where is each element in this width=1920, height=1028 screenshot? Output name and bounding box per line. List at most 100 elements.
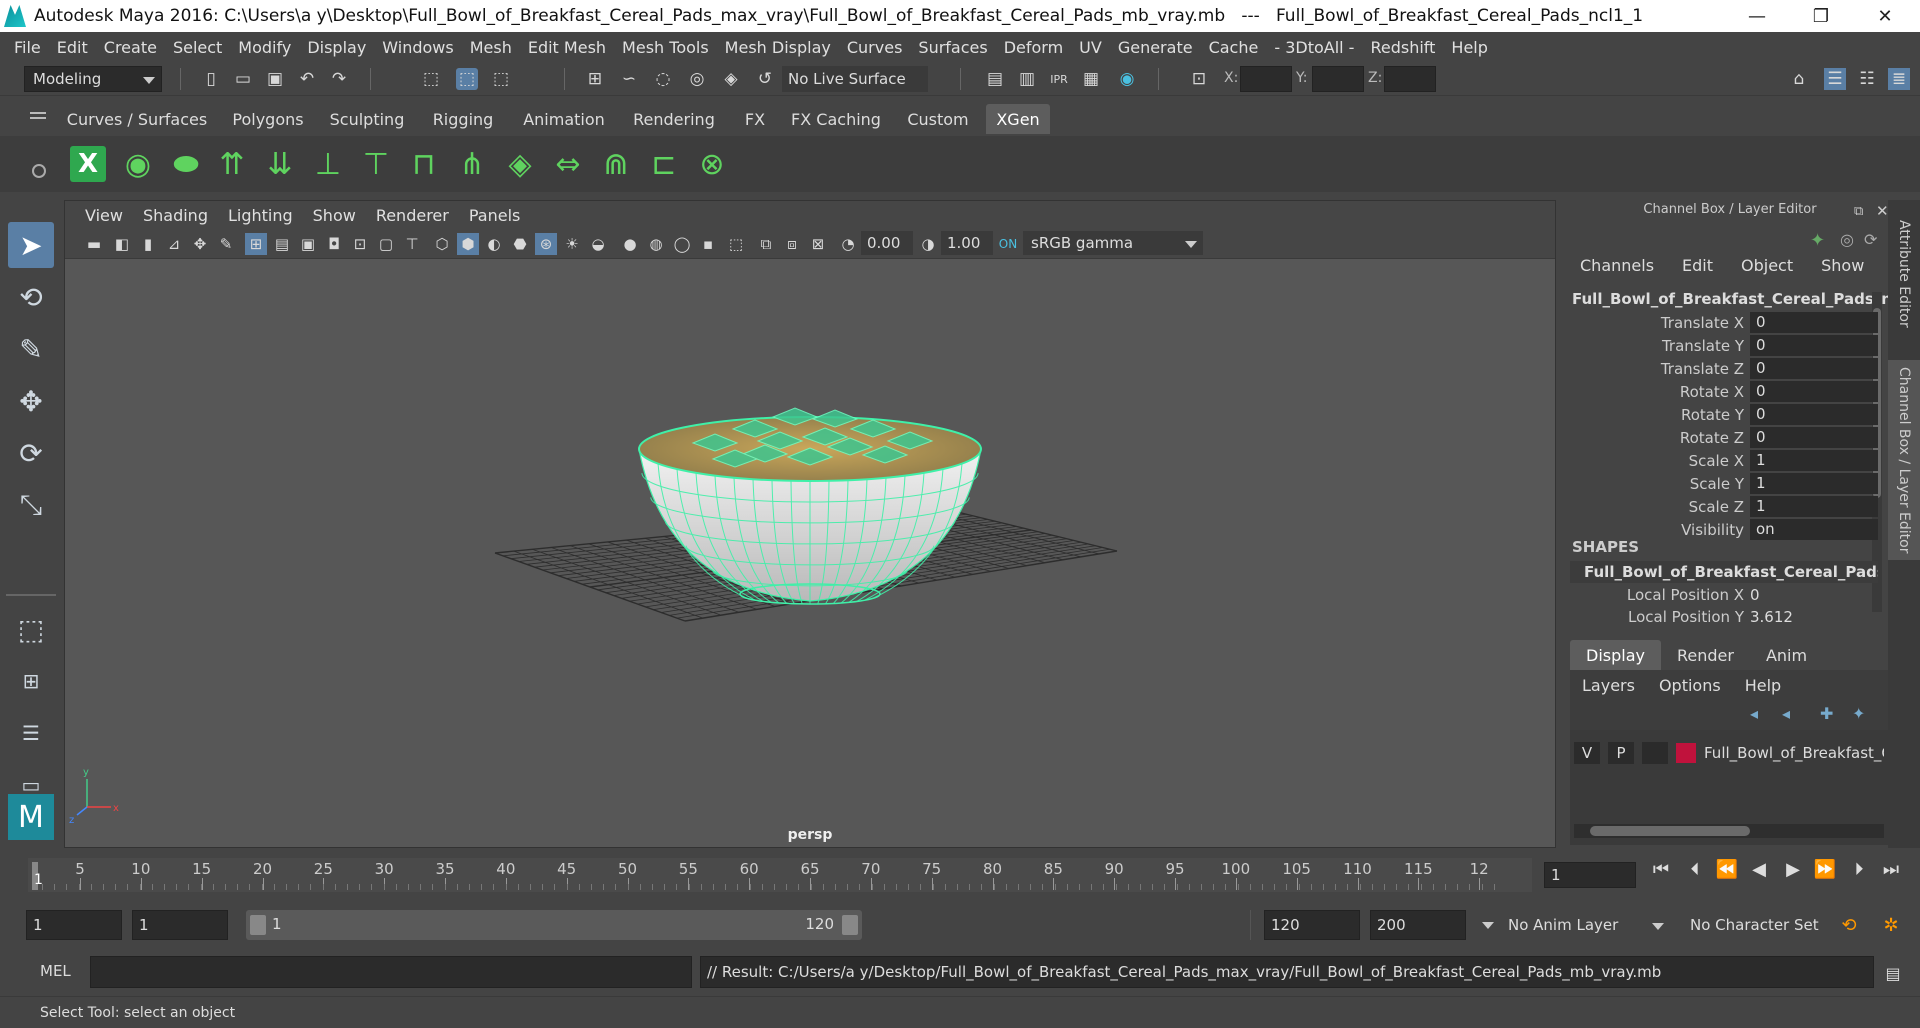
four-view-layout-icon[interactable]: ⊞ bbox=[8, 658, 54, 704]
channel-rotate-y[interactable]: Rotate Y 0 bbox=[1570, 404, 1878, 426]
close-panel-icon[interactable]: ✕ bbox=[1876, 202, 1889, 220]
xgen-add-guide-plus-icon[interactable]: ⊥ bbox=[308, 142, 348, 186]
move-layer-up-icon[interactable]: ◂ bbox=[1750, 704, 1758, 723]
select-tool-icon[interactable]: ➤ bbox=[8, 222, 54, 268]
step-forward-key-icon[interactable]: ⏵ bbox=[1846, 856, 1872, 882]
motion-blur-icon[interactable]: ◍ bbox=[645, 233, 667, 255]
y-input[interactable] bbox=[1312, 66, 1364, 92]
channel-rotate-z[interactable]: Rotate Z 0 bbox=[1570, 427, 1878, 449]
vp-menu-lighting[interactable]: Lighting bbox=[218, 206, 303, 225]
tab-xgen[interactable]: XGen bbox=[986, 104, 1050, 134]
xgen-add-guide-icon[interactable]: ⇈ bbox=[212, 142, 252, 186]
safe-action-icon[interactable]: ▢ bbox=[375, 233, 397, 255]
layer-display-type-toggle[interactable] bbox=[1642, 742, 1668, 764]
channel-local-position-x[interactable]: Local Position X 0 bbox=[1570, 584, 1878, 606]
tab-fx-caching[interactable]: FX Caching bbox=[786, 104, 886, 134]
xgen-delete-icon[interactable]: ⊗ bbox=[692, 142, 732, 186]
shadows-icon[interactable]: ◒ bbox=[587, 233, 609, 255]
channel-value[interactable]: 0 bbox=[1750, 427, 1878, 448]
go-to-start-icon[interactable]: ⏮ bbox=[1648, 856, 1674, 882]
tab-sculpting[interactable]: Sculpting bbox=[322, 104, 412, 134]
save-scene-icon[interactable]: ▣ bbox=[264, 68, 286, 90]
xray-joints-icon[interactable]: ⧈ bbox=[781, 233, 803, 255]
anim-layer-dropdown[interactable]: No Anim Layer bbox=[1500, 910, 1670, 940]
channel-value[interactable]: 0 bbox=[1750, 404, 1878, 425]
xray-icon[interactable]: ⧉ bbox=[755, 233, 777, 255]
channel-value[interactable]: 3.612 bbox=[1750, 608, 1793, 626]
default-material-icon[interactable]: ◐ bbox=[483, 233, 505, 255]
layer-color-swatch[interactable] bbox=[1676, 743, 1696, 763]
new-scene-icon[interactable]: ▯ bbox=[200, 68, 222, 90]
outliner-layout-icon[interactable]: ☰ bbox=[8, 710, 54, 756]
menu-surfaces[interactable]: Surfaces bbox=[910, 38, 995, 57]
multisample-aa-icon[interactable]: ◯ bbox=[671, 233, 693, 255]
menu-cache[interactable]: Cache bbox=[1201, 38, 1267, 57]
lasso-tool-icon[interactable]: ⟲ bbox=[8, 274, 54, 320]
render-view-icon[interactable]: ▤ bbox=[984, 68, 1006, 90]
menu-uv[interactable]: UV bbox=[1071, 38, 1110, 57]
tab-animation[interactable]: Animation bbox=[516, 104, 612, 134]
step-forward-frame-icon[interactable]: ⏩ bbox=[1812, 856, 1838, 882]
animation-preferences-icon[interactable]: ✲ bbox=[1878, 912, 1904, 938]
channel-local-position-y[interactable]: Local Position Y 3.612 bbox=[1570, 606, 1878, 628]
cb-menu-channels[interactable]: Channels bbox=[1566, 256, 1668, 275]
rotate-tool-icon[interactable]: ⟳ bbox=[8, 430, 54, 476]
film-gate-icon[interactable]: ▤ bbox=[271, 233, 293, 255]
snap-curve-icon[interactable]: ∽ bbox=[618, 68, 640, 90]
menu-edit-mesh[interactable]: Edit Mesh bbox=[520, 38, 614, 57]
xgen-grid-icon[interactable]: ◈ bbox=[500, 142, 540, 186]
gamma-field[interactable]: 1.00 bbox=[941, 231, 993, 255]
field-chart-icon[interactable]: ⊡ bbox=[349, 233, 371, 255]
close-button[interactable]: ✕ bbox=[1855, 0, 1915, 32]
channel-value[interactable]: on bbox=[1750, 519, 1878, 540]
grid-toggle-icon[interactable]: ⊞ bbox=[245, 233, 267, 255]
use-all-lights-icon[interactable]: ☀ bbox=[561, 233, 583, 255]
menu-create[interactable]: Create bbox=[96, 38, 165, 57]
image-plane-icon[interactable]: ⊿ bbox=[163, 233, 185, 255]
command-input[interactable] bbox=[90, 956, 692, 988]
channel-scale-z[interactable]: Scale Z 1 bbox=[1570, 496, 1878, 518]
channel-value[interactable]: 1 bbox=[1750, 496, 1878, 517]
tab-rendering[interactable]: Rendering bbox=[626, 104, 722, 134]
menu-file[interactable]: File bbox=[6, 38, 49, 57]
wireframe-on-shaded-icon[interactable]: ⬣ bbox=[509, 233, 531, 255]
color-management-icon[interactable]: ON bbox=[997, 233, 1019, 255]
layer-list-hscrollbar[interactable] bbox=[1574, 824, 1884, 838]
play-backwards-icon[interactable]: ◀ bbox=[1746, 856, 1772, 882]
playback-start-field[interactable]: 1 bbox=[132, 910, 228, 940]
range-end-handle[interactable] bbox=[842, 915, 858, 935]
shelf-settings-icon[interactable] bbox=[32, 164, 46, 178]
playback-end-field[interactable]: 120 bbox=[1264, 910, 1360, 940]
paint-select-tool-icon[interactable]: ✎ bbox=[8, 326, 54, 372]
camera-attributes-icon[interactable]: ◧ bbox=[111, 233, 133, 255]
animation-start-field[interactable]: 1 bbox=[26, 910, 122, 940]
channel-value[interactable]: 0 bbox=[1750, 312, 1878, 333]
menu-modify[interactable]: Modify bbox=[230, 38, 299, 57]
layer-visibility-toggle[interactable]: V bbox=[1574, 742, 1600, 764]
channel-rotate-x[interactable]: Rotate X 0 bbox=[1570, 381, 1878, 403]
viewport-panel[interactable]: View Shading Lighting Show Renderer Pane… bbox=[64, 200, 1556, 848]
snap-point-icon[interactable]: ◌ bbox=[652, 68, 674, 90]
scale-tool-icon[interactable]: ⤡ bbox=[8, 482, 54, 528]
resolution-gate-icon[interactable]: ▣ bbox=[297, 233, 319, 255]
snap-view-icon[interactable]: ◎ bbox=[686, 68, 708, 90]
isolate-select-icon[interactable]: ⬚ bbox=[725, 233, 747, 255]
xgen-guide-visibility-icon[interactable]: ⊤ bbox=[356, 142, 396, 186]
tab-fx[interactable]: FX bbox=[738, 104, 772, 134]
move-tool-icon[interactable]: ✥ bbox=[8, 378, 54, 424]
maximize-button[interactable]: ❐ bbox=[1791, 0, 1851, 32]
xgen-comb-icon[interactable]: ⋒ bbox=[596, 142, 636, 186]
z-input[interactable] bbox=[1384, 66, 1436, 92]
tab-custom[interactable]: Custom bbox=[900, 104, 976, 134]
channel-scale-x[interactable]: Scale X 1 bbox=[1570, 450, 1878, 472]
channel-translate-y[interactable]: Translate Y 0 bbox=[1570, 335, 1878, 357]
current-frame-field[interactable]: 1 bbox=[1544, 862, 1636, 888]
manipulator-icon[interactable]: ◎ bbox=[1840, 230, 1854, 249]
smooth-shade-icon[interactable]: ⬢ bbox=[457, 233, 479, 255]
layer-menu-options[interactable]: Options bbox=[1647, 676, 1733, 695]
gamma-icon[interactable]: ◑ bbox=[917, 233, 939, 255]
wireframe-icon[interactable]: ⬡ bbox=[431, 233, 453, 255]
color-space-dropdown[interactable]: sRGB gamma bbox=[1023, 231, 1203, 255]
menu-redshift[interactable]: Redshift bbox=[1362, 38, 1443, 57]
shelf-menu-icon[interactable] bbox=[30, 112, 46, 114]
